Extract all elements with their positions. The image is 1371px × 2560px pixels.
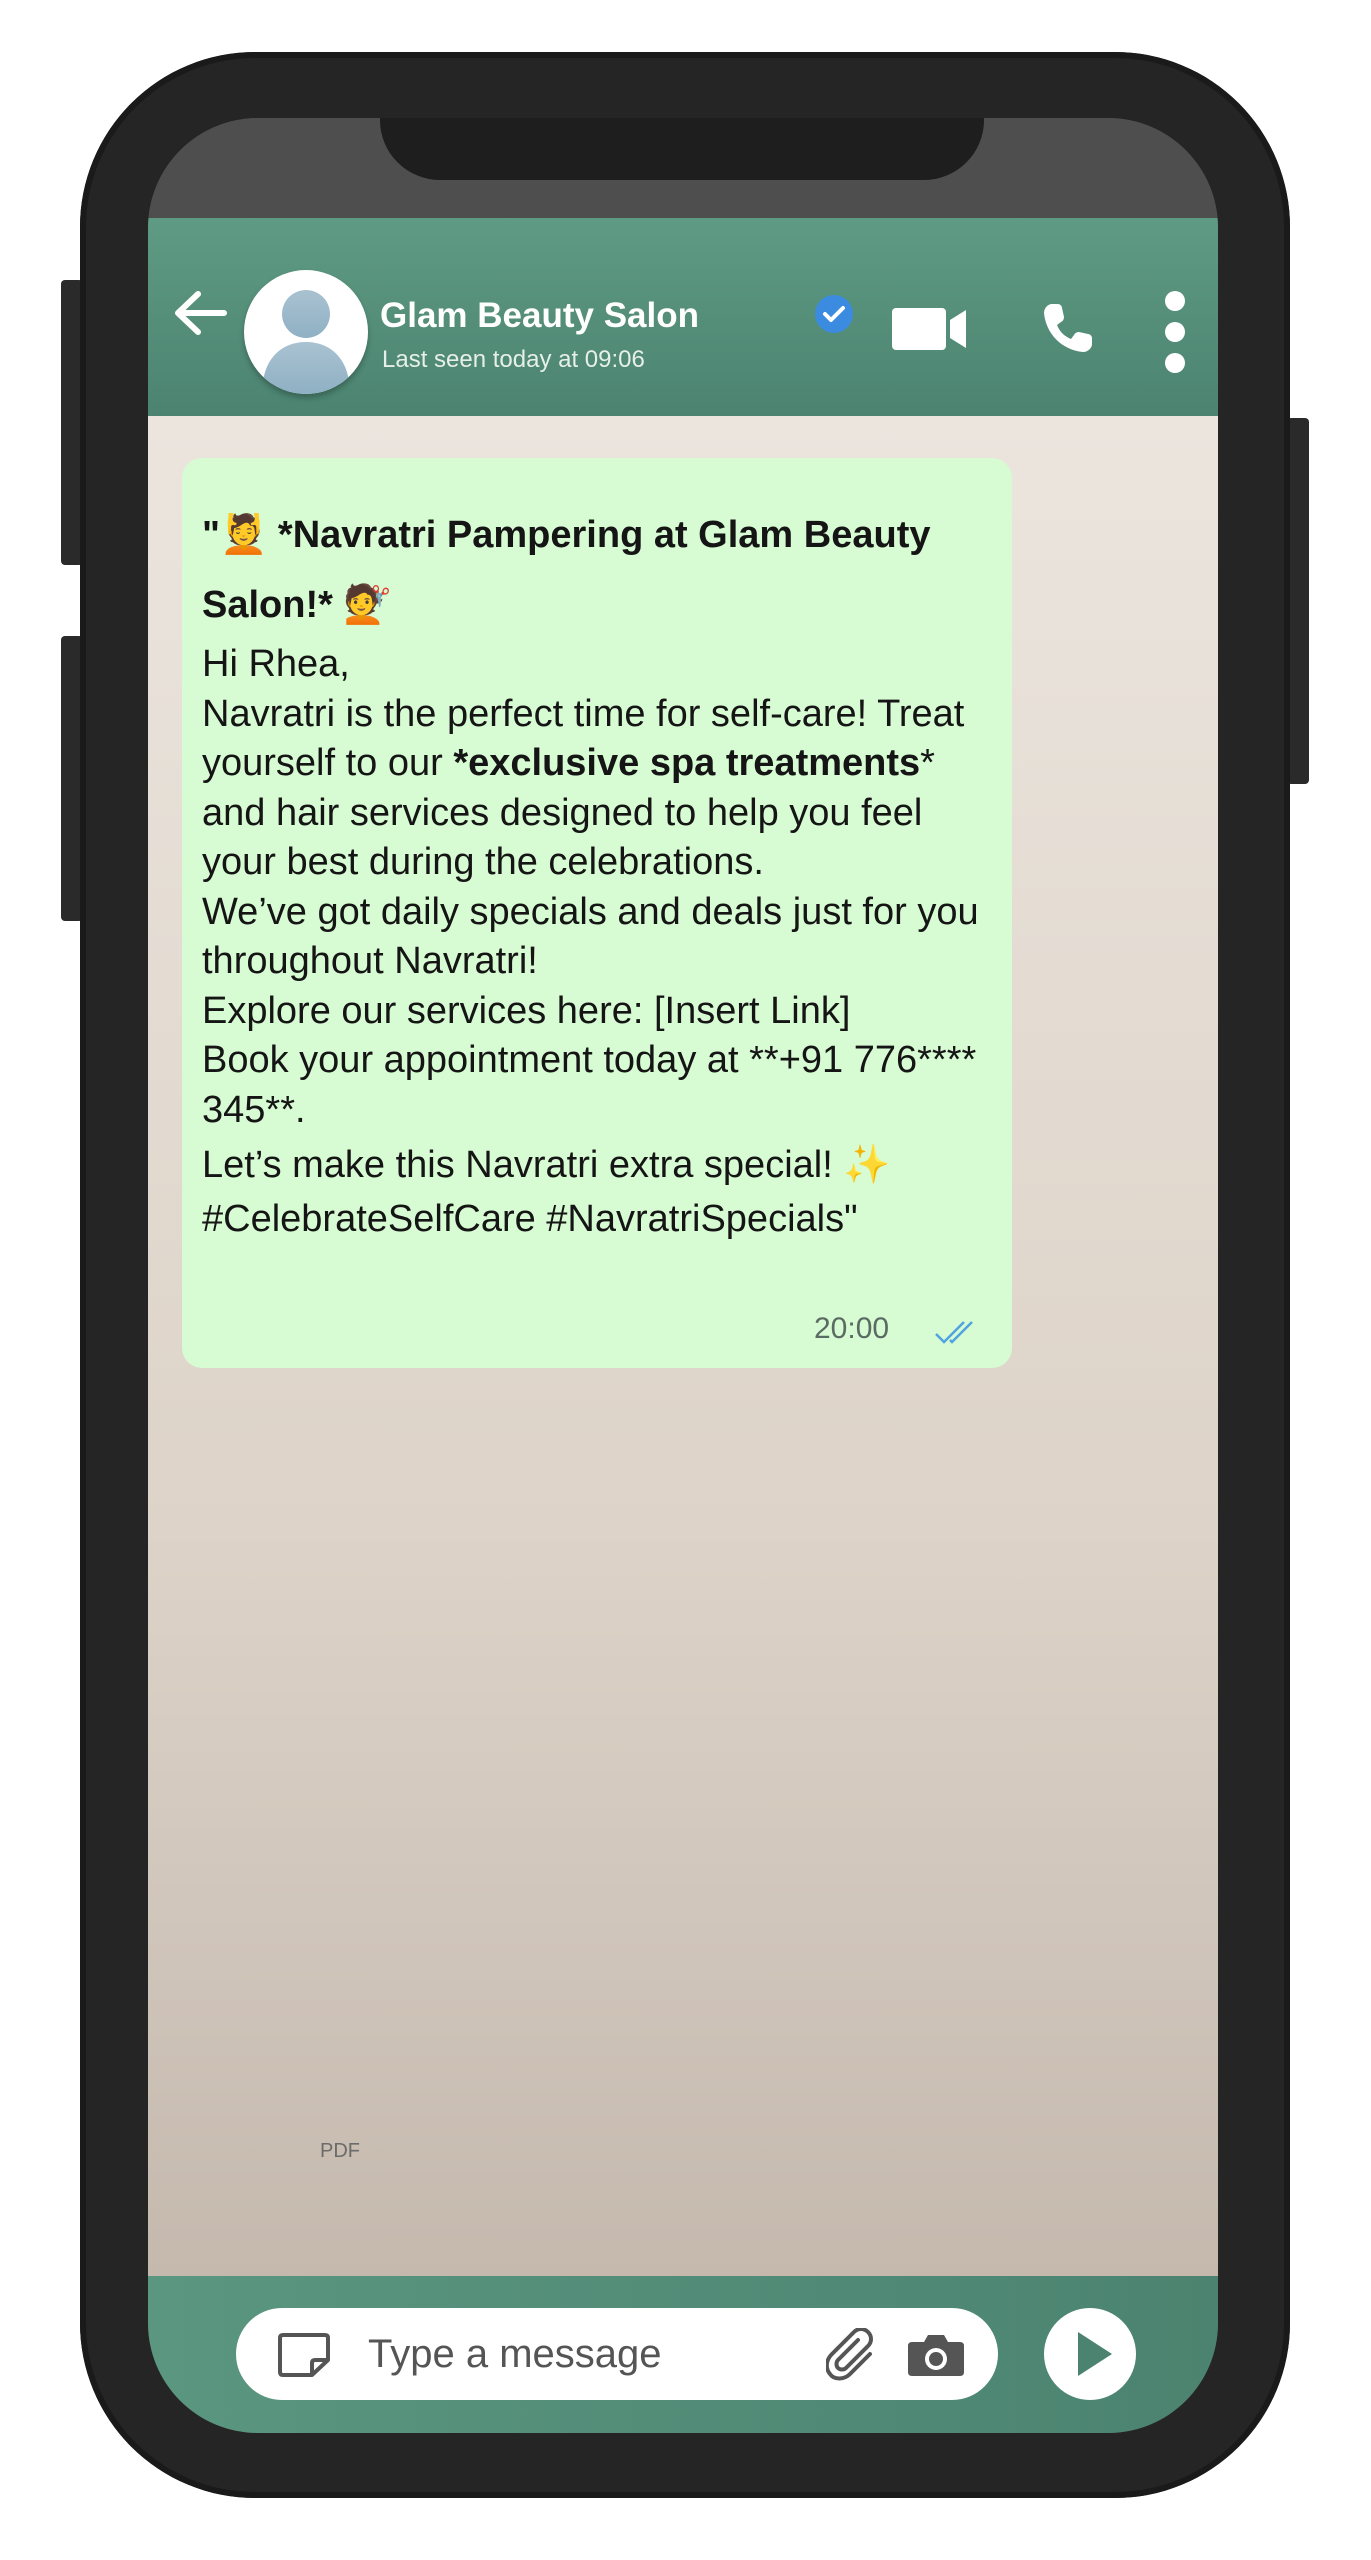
greeting-text: Hi Rhea, <box>202 643 350 685</box>
message-composer[interactable] <box>236 2308 998 2400</box>
message-paragraph-5: Let’s make this Navratri extra special! … <box>202 1135 988 1195</box>
attachment-icon[interactable] <box>826 2328 880 2382</box>
phone-call-icon[interactable] <box>1042 302 1094 354</box>
sparkles-emoji: ✨ <box>843 1144 891 1186</box>
pdf-label: PDF <box>320 2140 360 2162</box>
massage-emoji: 💆 <box>220 514 268 556</box>
verified-badge-icon <box>815 295 853 333</box>
message-bubble[interactable]: "💆 *Navratri Pampering at Glam Beauty Sa… <box>182 458 1012 1368</box>
chat-area[interactable]: "💆 *Navratri Pampering at Glam Beauty Sa… <box>148 416 1218 2276</box>
avatar-placeholder-icon <box>262 290 350 394</box>
haircut-emoji: 💇 <box>343 584 391 626</box>
sticker-icon[interactable] <box>276 2332 332 2378</box>
notch <box>380 118 984 180</box>
message-time: 20:00 <box>814 1312 890 1345</box>
message-input[interactable] <box>368 2328 798 2380</box>
message-paragraph-3: Explore our services here: [Insert Link] <box>202 989 851 1032</box>
contact-name[interactable]: Glam Beauty Salon <box>380 296 699 336</box>
title-quote: " <box>202 514 221 556</box>
avatar[interactable] <box>244 270 368 394</box>
video-call-icon[interactable] <box>892 306 968 352</box>
para-5-text: Let’s make this Navratri extra special! <box>202 1144 844 1186</box>
play-send-icon <box>1078 2332 1112 2376</box>
more-options-icon[interactable] <box>1164 290 1186 374</box>
phone-screen: Glam Beauty Salon Last seen today at 09:… <box>148 118 1218 2433</box>
back-arrow-icon[interactable] <box>172 288 228 338</box>
last-seen-status: Last seen today at 09:06 <box>382 346 645 373</box>
power-button <box>1287 418 1309 784</box>
read-ticks-icon <box>935 1321 973 1344</box>
composer-bar <box>148 2276 1218 2433</box>
title-text: *Navratri Pampering at Glam Beauty Salon… <box>202 514 931 626</box>
message-paragraph-4: Book your appointment today at **+91 776… <box>202 1039 987 1131</box>
camera-icon[interactable] <box>906 2332 966 2378</box>
message-title: "💆 *Navratri Pampering at Glam Beauty Sa… <box>202 500 1002 640</box>
send-button[interactable] <box>1044 2308 1136 2400</box>
message-paragraph-1: Navratri is the perfect time for self-ca… <box>202 690 988 888</box>
message-paragraph-2: We’ve got daily specials and deals just … <box>202 890 990 983</box>
message-hashtags: #CelebrateSelfCare #NavratriSpecials" <box>202 1198 858 1240</box>
para-1-bold-text: *exclusive spa treatments <box>453 742 921 784</box>
chat-header: Glam Beauty Salon Last seen today at 09:… <box>148 218 1218 416</box>
